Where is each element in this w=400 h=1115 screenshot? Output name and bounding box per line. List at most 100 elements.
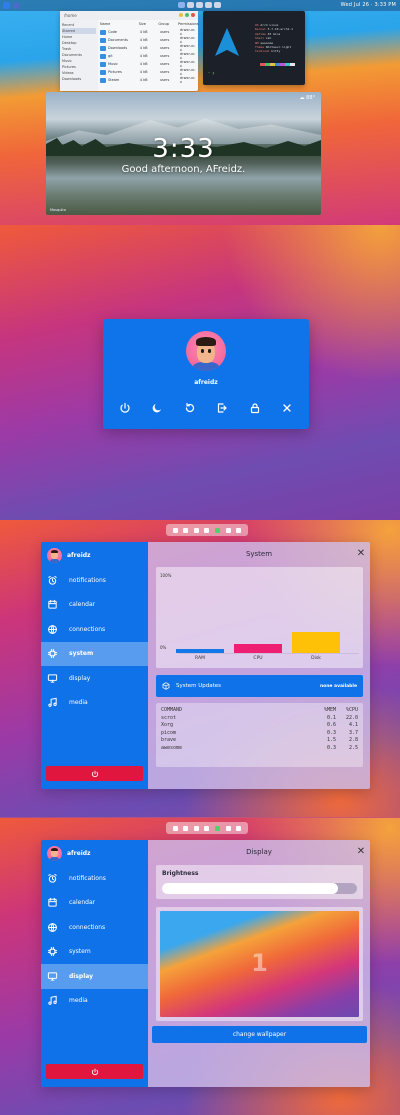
file-row[interactable]: Documents 4 kB users drwxr-xr-x [100, 36, 196, 44]
avatar [47, 547, 62, 563]
sidebar-item-label: notifications [69, 576, 106, 584]
sidebar-item-system[interactable]: system [41, 940, 148, 965]
file-row[interactable]: git 4 kB users drwxr-xr-x [100, 52, 196, 60]
logout-button[interactable] [208, 397, 236, 419]
info-value: awesome [260, 40, 274, 45]
file-row[interactable]: Code 4 kB users drwxr-xr-x [100, 28, 196, 36]
file-cell: users [159, 62, 170, 66]
file-manager-window[interactable]: /home Recent Starred Home Desktop Trash Docum… [60, 11, 199, 91]
tag-list [178, 2, 221, 8]
system-updates-row[interactable]: System Updates none available [156, 675, 363, 697]
file-row[interactable]: Pictures 4 kB users drwxr-xr-x [100, 68, 196, 76]
maximize-button[interactable] [185, 13, 189, 17]
lock-button[interactable] [241, 397, 269, 419]
sidebar-item-calendar[interactable]: calendar [41, 593, 148, 618]
sidebar-item-connections[interactable]: connections [41, 915, 148, 940]
panel-title: System [245, 550, 273, 558]
tag[interactable] [187, 2, 194, 8]
close-button[interactable]: ✕ [356, 845, 366, 857]
info-value: Whitesur-light [265, 45, 292, 50]
monitor-icon [47, 972, 58, 981]
sidebar-item-label: notifications [69, 874, 106, 882]
close-icon: ✕ [356, 845, 366, 857]
tag[interactable] [178, 2, 185, 8]
bar-ram [176, 649, 224, 653]
app-icon[interactable] [13, 2, 20, 9]
process-row: awesome 0.3 2.5 [161, 745, 358, 753]
info-value: kitty [271, 49, 281, 54]
globe-icon [48, 922, 57, 932]
folder-icon [100, 53, 106, 59]
sidebar-item[interactable]: Downloads [62, 76, 96, 82]
calendar-icon [236, 825, 242, 831]
info-value: Arch Linux [260, 23, 279, 27]
folder-icon [100, 37, 106, 43]
avatar [47, 845, 62, 861]
power-button[interactable] [46, 1064, 143, 1079]
sidebar-item-label: connections [69, 625, 106, 633]
panel-username: afreidz [67, 849, 91, 857]
power-button[interactable] [46, 766, 143, 781]
sidebar-item-media[interactable]: media [41, 691, 148, 716]
weather: ☁ 88° [299, 95, 315, 101]
file-sidebar: Recent Starred Home Desktop Trash Documents Mu… [60, 20, 98, 91]
column-header[interactable]: Group [158, 22, 174, 26]
close-button[interactable] [273, 397, 301, 419]
column-header[interactable]: Size [139, 22, 155, 26]
tag[interactable] [196, 2, 203, 8]
status-pill[interactable] [166, 524, 248, 536]
minimize-button[interactable] [179, 13, 183, 17]
sidebar-item-label: system [69, 650, 94, 658]
brightness-slider[interactable] [162, 883, 357, 894]
terminal-window[interactable]: OS Arch Linux Kernel 5.7.10-arch1-1 Uptime… [203, 11, 305, 85]
lock-greeting: Good afternoon, AFreidz. [121, 164, 246, 175]
terminal-prompt[interactable]: ~ ❯ [208, 71, 214, 75]
sidebar-item-display[interactable]: display [41, 666, 148, 691]
suspend-button[interactable] [143, 397, 171, 419]
sidebar-item-system[interactable]: system [41, 641, 148, 666]
power-icon [91, 770, 98, 777]
change-wallpaper-button[interactable]: change wallpaper [152, 1026, 367, 1043]
status-pill[interactable] [166, 822, 248, 834]
file-cell: 4 kB [139, 46, 148, 50]
calendar-icon [48, 898, 57, 907]
file-row[interactable]: Music 4 kB users drwxr-xr-x [100, 60, 196, 68]
sidebar-item-notifications[interactable]: notifications [41, 568, 148, 593]
file-name-text: Music [108, 62, 118, 66]
file-cell: 4 kB [139, 38, 148, 42]
alarm-clock-icon [48, 575, 57, 585]
sidebar-item-label: media [69, 699, 88, 707]
sidebar-item-calendar[interactable]: calendar [41, 891, 148, 916]
close-button[interactable] [191, 13, 195, 17]
volume-icon [193, 825, 199, 831]
sidebar-item-label: calendar [69, 601, 96, 609]
file-row[interactable]: Downloads 4 kB users drwxr-xr-x [100, 44, 196, 52]
sidebar-item-notifications[interactable]: notifications [41, 866, 148, 891]
file-cell: drwxr-xr-x [179, 52, 196, 60]
info-value: 45 mins [267, 31, 281, 36]
file-cell: 4 kB [139, 30, 148, 34]
tag[interactable] [205, 2, 212, 8]
launcher-icon[interactable] [3, 2, 10, 9]
sidebar-item-media[interactable]: media [41, 989, 148, 1014]
panel-nav: notifications calendar connections system di… [41, 568, 148, 715]
process-row: brave 1.5 2.8 [161, 737, 358, 745]
tag[interactable] [214, 2, 221, 8]
poweroff-button[interactable] [111, 397, 139, 419]
sidebar-item-label: media [69, 997, 88, 1005]
wallpaper-image[interactable]: 1 [160, 911, 359, 1017]
close-button[interactable]: ✕ [356, 548, 366, 559]
folder-icon [100, 69, 106, 75]
file-cell: drwxr-xr-x [179, 36, 196, 44]
file-row[interactable]: Steam 4 kB users drwxr-xr-x [100, 76, 196, 84]
panel-sidebar: afreidz notifications calendar connections… [41, 840, 148, 1087]
info-line: Terminal kitty [255, 49, 293, 53]
music-note-icon [48, 996, 57, 1006]
sidebar-item-connections[interactable]: connections [41, 617, 148, 642]
reboot-button[interactable] [176, 397, 204, 419]
sidebar-item-display[interactable]: display [41, 964, 148, 989]
info-value: 5.7.10-arch1-1 [267, 27, 293, 32]
column-header[interactable]: Permissions [178, 22, 199, 26]
updates-label: System Updates [176, 683, 222, 689]
column-header[interactable]: Name [100, 22, 135, 26]
